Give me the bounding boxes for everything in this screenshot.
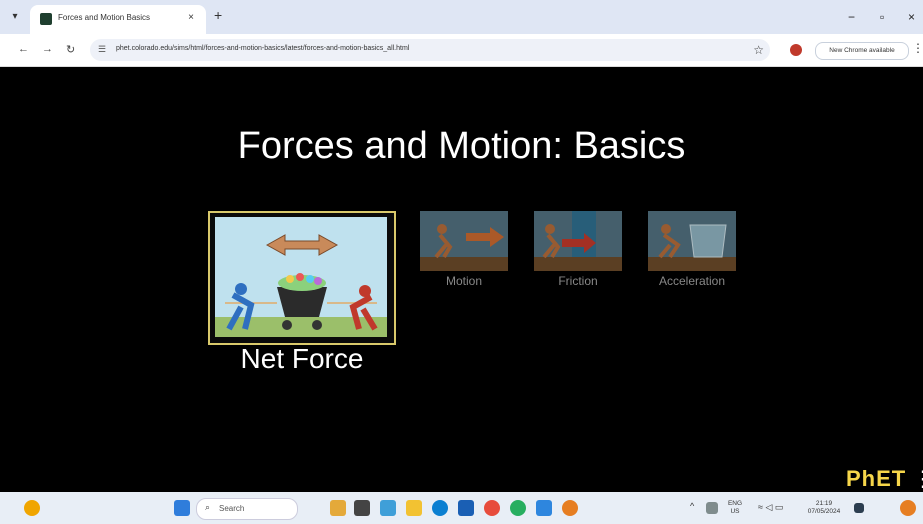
taskbar-search[interactable]: ⌕ Search [196, 498, 298, 520]
browser-tab-active[interactable]: Forces and Motion Basics × [30, 5, 206, 34]
outlook-icon[interactable] [536, 500, 552, 516]
tab-favicon-icon [40, 13, 52, 25]
reload-icon[interactable]: ↻ [66, 43, 75, 56]
chrome-update-button[interactable]: New Chrome available [815, 42, 909, 60]
motion-thumbnail-icon [420, 211, 508, 271]
task-view-icon[interactable] [354, 500, 370, 516]
bookmark-star-icon[interactable]: ☆ [753, 43, 764, 57]
navigation-bar: ← → ↻ ☰ phet.colorado.edu/sims/html/forc… [0, 34, 923, 67]
copilot-icon[interactable] [900, 500, 916, 516]
region-code: US [730, 508, 740, 515]
taskbar: ⌕ Search ^ ENG US ≈ ◁ ▭ 21:19 07/05/2024 [0, 492, 923, 524]
language-code: ENG [727, 500, 743, 507]
clock-time: 21:19 [815, 500, 833, 507]
screen-label-net-force[interactable]: Net Force [208, 343, 396, 375]
tray-chevron-icon[interactable]: ^ [690, 502, 694, 511]
window-minimize-button[interactable]: − [848, 10, 855, 24]
screen-button-friction[interactable] [534, 211, 622, 271]
tray-app-icon[interactable] [706, 502, 718, 514]
browser-menu-icon[interactable]: ⋮ [912, 41, 923, 55]
tab-search-chevron-icon[interactable]: ▾ [8, 10, 22, 24]
screen-label-motion[interactable]: Motion [414, 274, 514, 288]
url-text[interactable]: phet.colorado.edu/sims/html/forces-and-m… [116, 45, 409, 52]
start-windows-icon[interactable] [174, 500, 190, 516]
search-icon: ⌕ [205, 502, 211, 512]
screen-label-friction[interactable]: Friction [528, 274, 628, 288]
tab-strip: ▾ Forces and Motion Basics × + − ▫ × [0, 0, 923, 34]
screen-button-motion[interactable] [420, 211, 508, 271]
screen-label-acceleration[interactable]: Acceleration [642, 274, 742, 288]
acceleration-thumbnail-icon [648, 211, 736, 271]
clock[interactable]: 21:19 07/05/2024 [800, 500, 848, 516]
file-explorer-icon[interactable] [406, 500, 422, 516]
tab-close-button[interactable]: × [188, 12, 194, 23]
widgets-icon[interactable] [330, 500, 346, 516]
app-icon-1[interactable] [380, 500, 396, 516]
chrome-profile-icon[interactable] [510, 500, 526, 516]
profile-avatar[interactable] [790, 44, 802, 56]
app-icon-2[interactable] [458, 500, 474, 516]
screen-button-net-force[interactable] [208, 211, 396, 345]
chrome-app-icon[interactable] [562, 500, 578, 516]
forward-arrow-icon[interactable]: → [42, 43, 53, 55]
address-bar[interactable]: ☰ phet.colorado.edu/sims/html/forces-and… [90, 39, 770, 61]
wifi-volume-battery-icon[interactable]: ≈ ◁ ▭ [758, 503, 783, 512]
taskbar-search-label: Search [219, 504, 245, 513]
tab-title: Forces and Motion Basics [58, 13, 151, 22]
clock-date: 07/05/2024 [807, 508, 841, 515]
net-force-thumbnail-icon [215, 217, 387, 337]
phet-menu-icon[interactable]: ⋮ [912, 466, 923, 492]
back-arrow-icon[interactable]: ← [18, 43, 29, 55]
site-info-icon[interactable]: ☰ [98, 44, 106, 55]
friction-thumbnail-icon [534, 211, 622, 271]
language-indicator[interactable]: ENG US [724, 500, 746, 516]
edge-icon[interactable] [432, 500, 448, 516]
notification-bell-icon[interactable] [854, 503, 864, 513]
phet-logo[interactable]: PhET [846, 466, 906, 492]
window-restore-button[interactable]: ▫ [880, 10, 884, 24]
window-close-button[interactable]: × [908, 10, 915, 24]
sim-title: Forces and Motion: Basics [237, 125, 686, 167]
new-tab-button[interactable]: + [214, 7, 222, 23]
screen-button-acceleration[interactable] [648, 211, 736, 271]
weather-icon[interactable] [24, 500, 40, 516]
chrome-icon[interactable] [484, 500, 500, 516]
